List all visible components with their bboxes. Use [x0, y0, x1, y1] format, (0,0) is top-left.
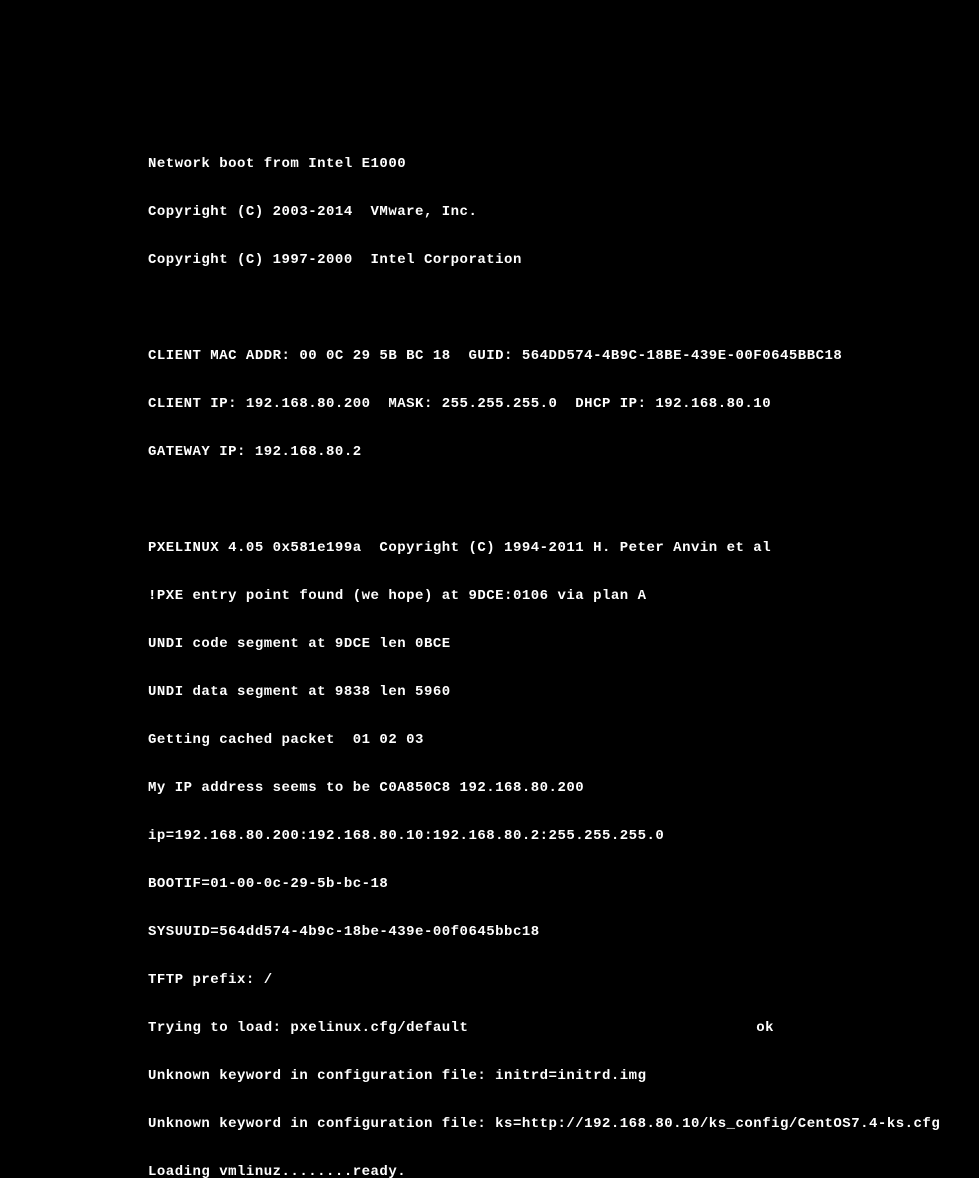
boot-line: BOOTIF=01-00-0c-29-5b-bc-18: [148, 876, 959, 892]
boot-line: Unknown keyword in configuration file: k…: [148, 1116, 959, 1132]
boot-line: [148, 492, 959, 508]
boot-line: CLIENT IP: 192.168.80.200 MASK: 255.255.…: [148, 396, 959, 412]
boot-line: Getting cached packet 01 02 03: [148, 732, 959, 748]
boot-line: ip=192.168.80.200:192.168.80.10:192.168.…: [148, 828, 959, 844]
boot-line: Network boot from Intel E1000: [148, 156, 959, 172]
boot-line: PXELINUX 4.05 0x581e199a Copyright (C) 1…: [148, 540, 959, 556]
boot-line: UNDI code segment at 9DCE len 0BCE: [148, 636, 959, 652]
boot-line: [148, 300, 959, 316]
boot-line-load: Trying to load: pxelinux.cfg/default ok: [148, 1020, 959, 1036]
load-spacer: [468, 1020, 756, 1036]
boot-line: SYSUUID=564dd574-4b9c-18be-439e-00f0645b…: [148, 924, 959, 940]
boot-terminal: Network boot from Intel E1000 Copyright …: [0, 0, 979, 1178]
boot-line: CLIENT MAC ADDR: 00 0C 29 5B BC 18 GUID:…: [148, 348, 959, 364]
boot-line: Copyright (C) 2003-2014 VMware, Inc.: [148, 204, 959, 220]
load-message: Trying to load: pxelinux.cfg/default: [148, 1020, 468, 1036]
boot-line: TFTP prefix: /: [148, 972, 959, 988]
load-status: ok: [756, 1020, 959, 1036]
boot-line: GATEWAY IP: 192.168.80.2: [148, 444, 959, 460]
boot-line: My IP address seems to be C0A850C8 192.1…: [148, 780, 959, 796]
boot-line: !PXE entry point found (we hope) at 9DCE…: [148, 588, 959, 604]
boot-line: Copyright (C) 1997-2000 Intel Corporatio…: [148, 252, 959, 268]
boot-line: UNDI data segment at 9838 len 5960: [148, 684, 959, 700]
boot-line: Unknown keyword in configuration file: i…: [148, 1068, 959, 1084]
boot-line: Loading vmlinuz........ready.: [148, 1164, 959, 1178]
